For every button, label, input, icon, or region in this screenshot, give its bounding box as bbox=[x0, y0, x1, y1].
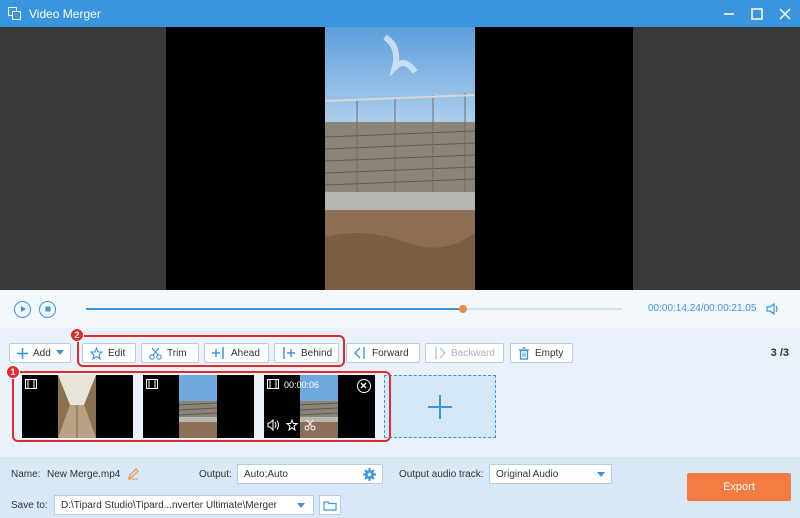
progress-handle[interactable] bbox=[458, 305, 467, 313]
play-icon[interactable] bbox=[14, 300, 31, 318]
add-clip-placeholder[interactable] bbox=[384, 375, 496, 438]
video-preview[interactable] bbox=[0, 27, 800, 290]
trash-icon bbox=[518, 346, 530, 360]
plus-icon bbox=[17, 347, 28, 359]
progress-fill bbox=[86, 308, 463, 310]
audio-track-label: Output audio track: bbox=[399, 469, 484, 480]
annotation-badge-1: 1 bbox=[6, 365, 20, 379]
export-button[interactable]: Export bbox=[687, 473, 791, 501]
close-icon[interactable] bbox=[778, 7, 792, 21]
timecode: 00:00:14.24/00:00:21.05 bbox=[648, 303, 756, 314]
progress-track[interactable] bbox=[86, 305, 622, 313]
name-label: Name: bbox=[11, 469, 41, 480]
gear-icon[interactable] bbox=[363, 468, 376, 484]
title-bar: Video Merger bbox=[0, 0, 800, 27]
caret-down-icon bbox=[55, 350, 64, 356]
stop-icon[interactable] bbox=[39, 300, 56, 318]
annotation-box-1 bbox=[12, 371, 391, 442]
annotation-box-2 bbox=[77, 335, 345, 367]
window-title: Video Merger bbox=[29, 6, 101, 21]
rename-pencil-icon[interactable] bbox=[127, 468, 139, 483]
backward-label: Backward bbox=[451, 347, 495, 359]
volume-icon[interactable] bbox=[766, 302, 780, 319]
browse-folder-button[interactable] bbox=[319, 495, 341, 515]
add-button[interactable]: Add bbox=[9, 343, 71, 363]
forward-button[interactable]: Forward bbox=[346, 343, 420, 363]
move-forward-icon bbox=[354, 347, 367, 359]
output-format-field[interactable]: Auto;Auto bbox=[237, 464, 383, 484]
playback-bar: 00:00:14.24/00:00:21.05 bbox=[0, 290, 800, 328]
add-label: Add bbox=[33, 347, 51, 359]
annotation-badge-2: 2 bbox=[70, 328, 84, 342]
dropdown-arrow-icon bbox=[597, 472, 605, 477]
output-label: Output: bbox=[199, 469, 232, 480]
file-name: New Merge.mp4 bbox=[47, 469, 121, 480]
empty-label: Empty bbox=[535, 347, 564, 359]
dropdown-arrow-icon bbox=[297, 503, 305, 508]
audio-track-select[interactable]: Original Audio bbox=[489, 464, 612, 484]
folder-icon bbox=[323, 500, 337, 511]
add-clip-plus-icon bbox=[428, 394, 452, 419]
save-to-label: Save to: bbox=[11, 500, 48, 511]
move-backward-icon bbox=[433, 347, 446, 359]
output-format-value: Auto;Auto bbox=[244, 468, 288, 480]
empty-button[interactable]: Empty bbox=[510, 343, 573, 363]
total-time: /00:00:21.05 bbox=[700, 303, 757, 314]
save-path-select[interactable]: D:\Tipard Studio\Tipard...nverter Ultima… bbox=[54, 495, 314, 515]
minimize-icon[interactable] bbox=[722, 7, 736, 21]
backward-button[interactable]: Backward bbox=[425, 343, 504, 363]
clip-strip: 00:00:06 1 bbox=[0, 365, 800, 457]
audio-track-value: Original Audio bbox=[496, 468, 559, 480]
save-path-value: D:\Tipard Studio\Tipard...nverter Ultima… bbox=[61, 499, 278, 511]
maximize-icon[interactable] bbox=[750, 7, 764, 21]
video-frame bbox=[325, 27, 475, 290]
merger-app-icon bbox=[7, 6, 23, 22]
current-time: 00:00:14.24 bbox=[648, 303, 701, 314]
clip-counter: 3 /3 bbox=[770, 347, 789, 359]
forward-label: Forward bbox=[372, 347, 409, 359]
output-settings: Name: New Merge.mp4 Output: Auto;Auto Ou… bbox=[0, 457, 800, 518]
edit-toolbar: Add Edit Trim Ahead Behind Forward Backw… bbox=[0, 328, 800, 370]
